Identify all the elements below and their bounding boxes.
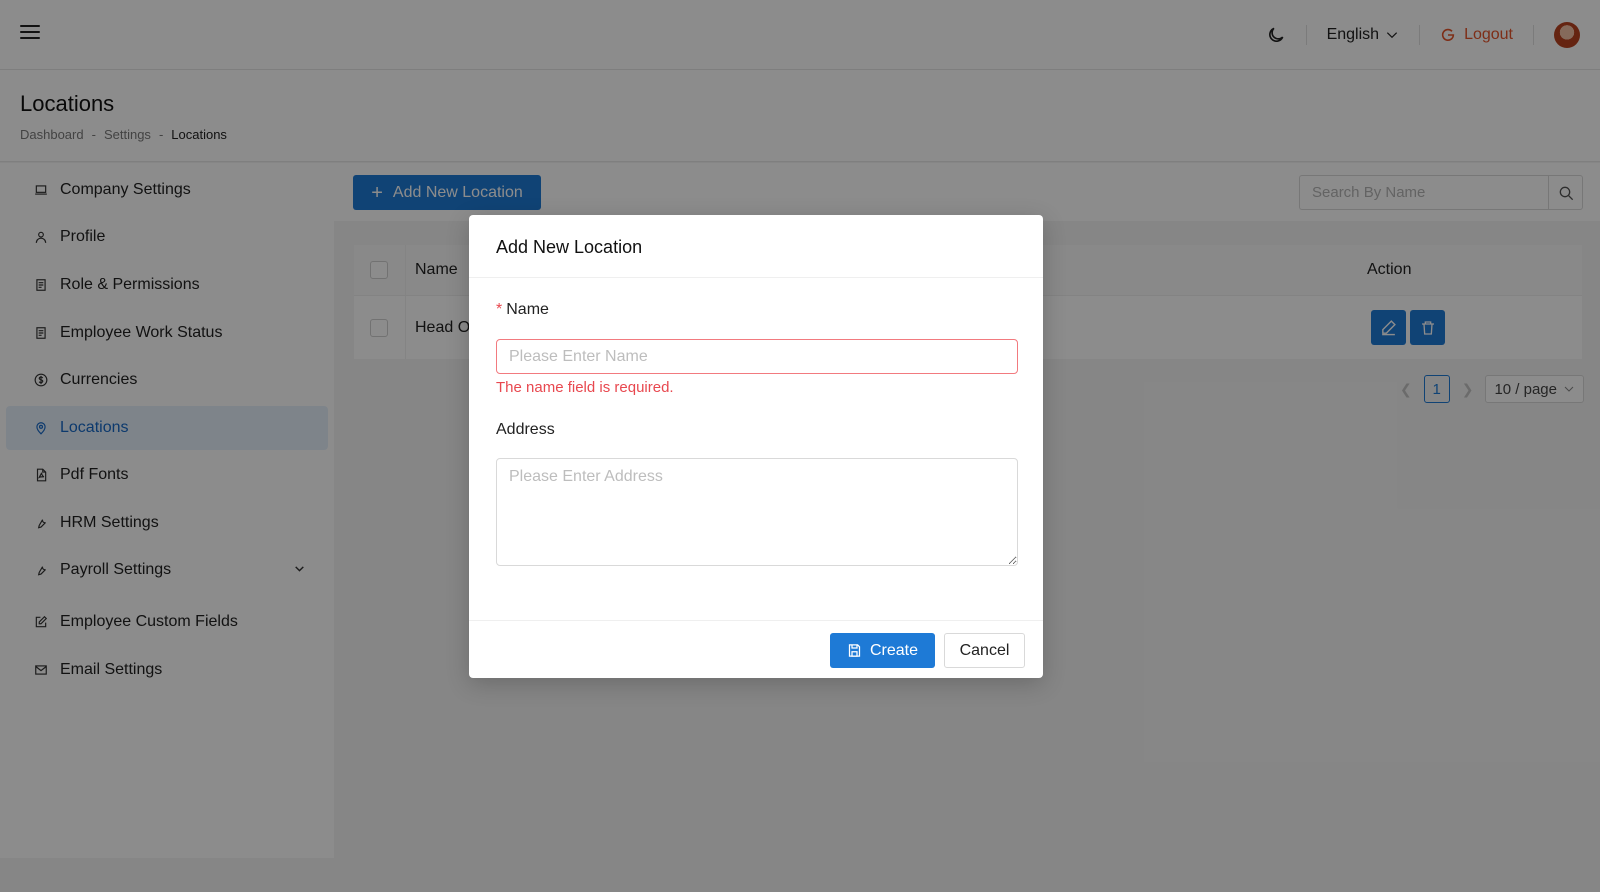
cancel-button[interactable]: Cancel (944, 633, 1025, 668)
address-field-label: Address (496, 421, 555, 438)
add-location-modal: Add New Location *Name The name field is… (469, 215, 1043, 678)
save-icon (848, 644, 861, 657)
name-input[interactable] (496, 339, 1018, 374)
modal-footer: Create Cancel (469, 620, 1043, 678)
create-button[interactable]: Create (830, 633, 935, 668)
required-asterisk: * (496, 301, 503, 318)
modal-title: Add New Location (469, 215, 1043, 278)
address-textarea[interactable] (496, 458, 1018, 566)
name-field-label: * Name (496, 301, 549, 319)
create-label: Create (869, 641, 919, 659)
name-label-text: Name (506, 301, 549, 318)
name-error-message: The name field is required. (496, 379, 674, 396)
